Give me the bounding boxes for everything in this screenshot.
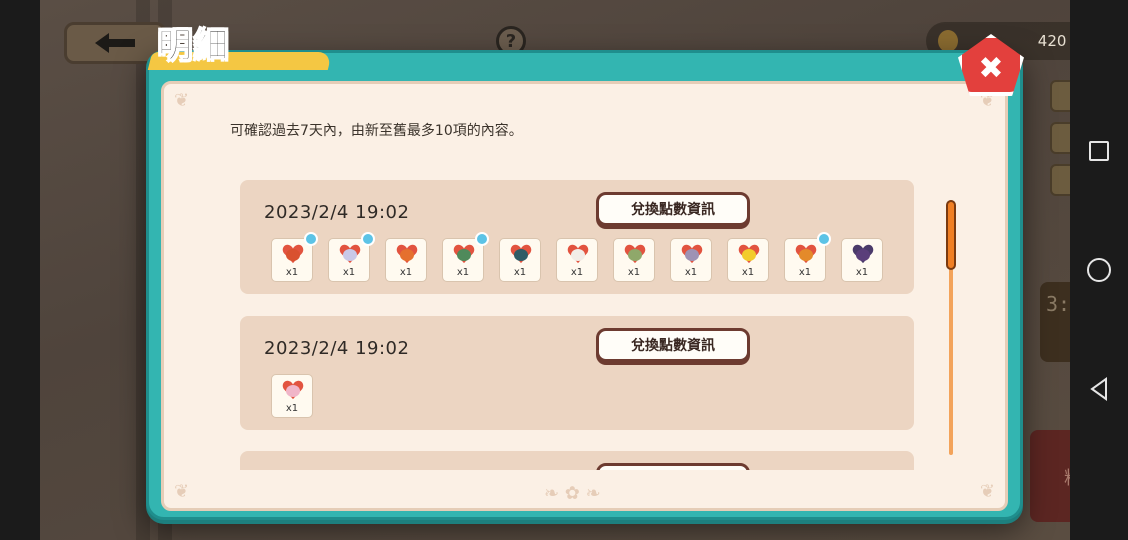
reward-item-tile[interactable]: x1 bbox=[271, 374, 313, 418]
reward-item-tile[interactable]: x1 bbox=[841, 238, 883, 282]
reward-item-tile[interactable]: x1 bbox=[727, 238, 769, 282]
scrollbar-thumb[interactable] bbox=[946, 200, 956, 270]
item-row: x1 x1 x1 x1 x1 x1 x1 x1 x1 x1 x1 bbox=[271, 232, 883, 282]
reward-item-tile[interactable]: x1 bbox=[499, 238, 541, 282]
item-quantity: x1 bbox=[342, 267, 356, 278]
entry-date: 2023/2/4 19:02 bbox=[264, 338, 410, 359]
history-entry-partial bbox=[240, 451, 914, 470]
item-quantity: x1 bbox=[570, 267, 584, 278]
bg-panel-bar bbox=[1050, 122, 1070, 154]
pokemon-face-icon bbox=[628, 249, 642, 261]
corner-ornament-icon: ❦ bbox=[979, 481, 995, 502]
item-quantity: x1 bbox=[855, 267, 869, 278]
history-list[interactable]: 2023/2/4 19:02 兌換點數資訊 x1 x1 x1 x1 x1 x1 x1 x1 x1… bbox=[240, 180, 916, 470]
entry-date: 2023/2/4 19:02 bbox=[264, 202, 410, 223]
modal-title: 明細 bbox=[158, 26, 230, 67]
item-quantity: x1 bbox=[456, 267, 470, 278]
pokemon-face-icon bbox=[457, 249, 471, 261]
coin-icon bbox=[938, 30, 958, 52]
back-arrow-icon bbox=[95, 33, 135, 53]
exchange-points-info-button[interactable]: 兌換點數資訊 bbox=[596, 192, 750, 226]
android-nav-bar bbox=[1070, 0, 1128, 540]
close-icon: ✖ bbox=[978, 50, 1004, 86]
reward-item-tile[interactable]: x1 bbox=[784, 232, 831, 282]
reward-item-tile[interactable]: x1 bbox=[385, 238, 427, 282]
exchange-points-info-button[interactable] bbox=[596, 463, 750, 470]
bg-timer: 3:18 bbox=[1040, 282, 1070, 362]
pokemon-face-icon bbox=[286, 385, 300, 397]
bottom-ornament-icon: ❧ ✿ ❧ bbox=[544, 483, 601, 504]
item-quantity: x1 bbox=[399, 267, 413, 278]
recent-apps-icon[interactable] bbox=[1086, 138, 1112, 164]
reward-item-tile[interactable]: x1 bbox=[328, 232, 375, 282]
item-row: x1 bbox=[271, 374, 313, 418]
pokemon-face-icon bbox=[514, 249, 528, 261]
item-quantity: x1 bbox=[285, 403, 299, 414]
pokemon-face-icon bbox=[400, 249, 414, 261]
reward-item-tile[interactable]: x1 bbox=[670, 238, 712, 282]
shiny-badge-icon bbox=[304, 232, 318, 246]
home-icon[interactable] bbox=[1086, 257, 1112, 283]
bg-panel-bar bbox=[1050, 164, 1070, 196]
item-quantity: x1 bbox=[285, 267, 299, 278]
reward-item-tile[interactable]: x1 bbox=[556, 238, 598, 282]
corner-ornament-icon: ❦ bbox=[174, 90, 190, 111]
scrollbar[interactable] bbox=[946, 200, 956, 455]
reward-item-tile[interactable]: x1 bbox=[271, 232, 318, 282]
pokemon-face-icon bbox=[286, 249, 300, 261]
pokemon-face-icon bbox=[685, 249, 699, 261]
shiny-badge-icon bbox=[817, 232, 831, 246]
item-quantity: x1 bbox=[513, 267, 527, 278]
pokemon-face-icon bbox=[343, 249, 357, 261]
item-quantity: x1 bbox=[684, 267, 698, 278]
corner-ornament-icon: ❦ bbox=[174, 481, 190, 502]
exchange-points-info-button[interactable]: 兌換點數資訊 bbox=[596, 328, 750, 362]
reward-item-tile[interactable]: x1 bbox=[613, 238, 655, 282]
intro-text: 可確認過去7天內，由新至舊最多10項的內容。 bbox=[230, 123, 523, 139]
bg-panel-bar bbox=[1050, 80, 1070, 112]
item-quantity: x1 bbox=[627, 267, 641, 278]
item-quantity: x1 bbox=[741, 267, 755, 278]
bg-timer-text: 3:18 bbox=[1046, 292, 1070, 316]
item-quantity: x1 bbox=[798, 267, 812, 278]
history-entry: 2023/2/4 19:02 兌換點數資訊 x1 bbox=[240, 316, 914, 430]
pokemon-face-icon bbox=[742, 249, 756, 261]
coin-amount: 420 bbox=[1037, 32, 1067, 50]
shiny-badge-icon bbox=[475, 232, 489, 246]
pokemon-face-icon bbox=[571, 249, 585, 261]
nav-back-icon[interactable] bbox=[1086, 376, 1112, 402]
reward-item-tile[interactable]: x1 bbox=[442, 232, 489, 282]
history-entry: 2023/2/4 19:02 兌換點數資訊 x1 x1 x1 x1 x1 x1 x1 x1 x1… bbox=[240, 180, 914, 294]
bg-send-button: 料送 bbox=[1030, 430, 1070, 522]
pokemon-face-icon bbox=[856, 249, 870, 261]
shiny-badge-icon bbox=[361, 232, 375, 246]
pokemon-face-icon bbox=[799, 249, 813, 261]
